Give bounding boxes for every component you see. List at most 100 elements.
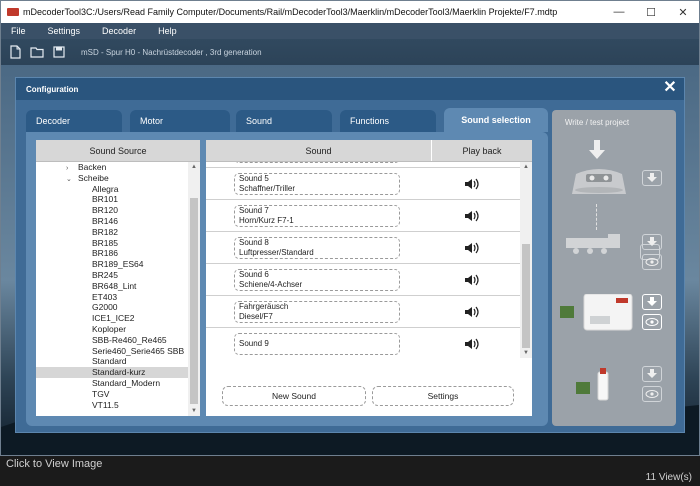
configuration-dialog: Configuration ✕ Decoder Motor Sound Func…: [15, 77, 685, 433]
tree-item[interactable]: BR101: [36, 194, 188, 205]
scroll-up-icon[interactable]: ▲: [520, 162, 532, 172]
sound-list-header: Sound Play back: [206, 140, 532, 162]
tree-item[interactable]: BR120: [36, 205, 188, 216]
tree-item[interactable]: BR185: [36, 238, 188, 249]
speaker-play-icon[interactable]: [464, 242, 480, 254]
sound-selection-content: Sound Source › Backen ⌄ Scheibe Allegra BR101…: [26, 132, 548, 426]
tree-item-label: Backen: [78, 162, 107, 172]
write-programmer-button[interactable]: [642, 294, 662, 310]
tree-item[interactable]: BR245: [36, 270, 188, 281]
tree-item[interactable]: Standard_Modern: [36, 378, 188, 389]
test-programmer-button[interactable]: [642, 314, 662, 330]
speaker-play-icon[interactable]: [464, 306, 480, 318]
scroll-thumb[interactable]: [522, 244, 530, 348]
tree-item[interactable]: Standard-kurz: [36, 367, 188, 378]
menu-help[interactable]: Help: [158, 26, 177, 36]
menu-settings[interactable]: Settings: [48, 26, 81, 36]
test-loco-button[interactable]: [642, 254, 662, 270]
test-usb-button[interactable]: [642, 386, 662, 402]
sound-source-header: Sound Source: [36, 140, 200, 162]
tree-item-label: BR185: [92, 237, 118, 248]
locomotive-side-icon: [566, 234, 620, 254]
tree-item-label: Serie460_Serie465 SBB: [92, 345, 185, 356]
tree-item-label: BR186: [92, 248, 118, 259]
open-folder-icon[interactable]: [29, 44, 45, 60]
sound-label-box[interactable]: Sound 8 Luftpresser/Standard: [234, 237, 400, 259]
settings-button[interactable]: Settings: [372, 386, 514, 406]
write-loco-button[interactable]: [642, 234, 662, 250]
sound-name: Sound 7: [239, 206, 269, 215]
tree-item-label: Scheibe: [78, 172, 109, 183]
arrow-down-icon: [589, 140, 605, 159]
tab-sound[interactable]: Sound: [236, 110, 332, 132]
tree-item[interactable]: G2000: [36, 302, 188, 313]
eye-icon: [645, 390, 659, 398]
sound-row: Sound 7 Horn/Kurz F7-1: [206, 200, 520, 232]
window-title: mDecoderTool3C:/Users/Read Family Comput…: [23, 7, 558, 17]
sound-name: Sound 5: [239, 174, 269, 183]
window-controls: — ☐ ✕: [603, 1, 699, 23]
speaker-play-icon[interactable]: [464, 274, 480, 286]
write-button[interactable]: [642, 170, 662, 186]
tree-item[interactable]: ET403: [36, 292, 188, 303]
write-test-title: Write / test project: [564, 118, 630, 127]
download-icon: [647, 237, 657, 246]
view-image-link[interactable]: Click to View Image: [6, 458, 102, 470]
main-panel: Decoder Motor Sound Functions Sound sele…: [26, 108, 548, 426]
tree-item[interactable]: Serie460_Serie465 SBB: [36, 346, 188, 357]
tree-item-label: BR648_Lint: [92, 280, 137, 291]
tab-sound-selection[interactable]: Sound selection: [444, 108, 548, 132]
write-usb-button[interactable]: [642, 366, 662, 382]
tree-item[interactable]: Allegra: [36, 184, 188, 195]
sound-source-scrollbar[interactable]: ▲ ▼: [188, 162, 200, 416]
tab-functions[interactable]: Functions: [340, 110, 436, 132]
maximize-button[interactable]: ☐: [635, 1, 667, 23]
sound-list-scrollbar[interactable]: ▲ ▼: [520, 162, 532, 358]
tree-item[interactable]: ICE1_ICE2: [36, 313, 188, 324]
dialog-header: Configuration ✕: [16, 78, 684, 100]
scroll-up-icon[interactable]: ▲: [188, 162, 200, 172]
sound-label-box[interactable]: Sound 7 Horn/Kurz F7-1: [234, 205, 400, 227]
menu-decoder[interactable]: Decoder: [102, 26, 136, 36]
tab-decoder[interactable]: Decoder: [26, 110, 122, 132]
tree-item[interactable]: VT11.5: [36, 400, 188, 411]
dialog-close-icon[interactable]: ✕: [662, 80, 678, 96]
scroll-down-icon[interactable]: ▼: [520, 348, 532, 358]
eye-icon: [645, 258, 659, 266]
tree-item[interactable]: ⌄ Scheibe: [36, 173, 188, 184]
tree-item[interactable]: TGV: [36, 389, 188, 400]
scroll-thumb[interactable]: [190, 198, 198, 404]
tab-motor[interactable]: Motor: [130, 110, 230, 132]
speaker-play-icon[interactable]: [464, 210, 480, 222]
sound-label-box[interactable]: [234, 162, 400, 163]
close-window-button[interactable]: ✕: [667, 1, 699, 23]
sound-label-box[interactable]: Sound 6 Schiene/4-Achser: [234, 269, 400, 291]
tree-item-label: Koploper: [92, 323, 127, 334]
tree-item[interactable]: BR189_ES64: [36, 259, 188, 270]
speaker-play-icon[interactable]: [464, 178, 480, 190]
tree-item-label: BR120: [92, 205, 118, 216]
tree-item[interactable]: BR182: [36, 227, 188, 238]
sound-label-box[interactable]: Fahrgeräusch Diesel/F7: [234, 301, 400, 323]
sound-label-box[interactable]: Sound 5 Schaffner/Triller: [234, 173, 400, 195]
new-sound-button[interactable]: New Sound: [222, 386, 366, 406]
sound-detail: Schiene/4-Achser: [239, 280, 303, 289]
collapse-arrow-icon[interactable]: ⌄: [66, 175, 78, 186]
tree-item[interactable]: SBB-Re460_Re465: [36, 335, 188, 346]
minimize-button[interactable]: —: [603, 1, 635, 23]
new-file-icon[interactable]: [7, 44, 23, 60]
playback-column-header: Play back: [462, 145, 502, 156]
speaker-play-icon[interactable]: [464, 338, 480, 350]
tree-item[interactable]: Standard: [36, 356, 188, 367]
tree-item[interactable]: BR648_Lint: [36, 281, 188, 292]
tree-item[interactable]: Koploper: [36, 324, 188, 335]
tree-item[interactable]: › Backen: [36, 162, 188, 173]
tree-item[interactable]: BR186: [36, 248, 188, 259]
download-icon: [647, 297, 657, 306]
tree-item[interactable]: BR146: [36, 216, 188, 227]
menu-file[interactable]: File: [11, 26, 26, 36]
sound-label-box[interactable]: Sound 9: [234, 333, 400, 355]
save-icon[interactable]: [51, 44, 67, 60]
scroll-down-icon[interactable]: ▼: [188, 406, 200, 416]
sound-row: Fahrgeräusch Diesel/F7: [206, 296, 520, 328]
